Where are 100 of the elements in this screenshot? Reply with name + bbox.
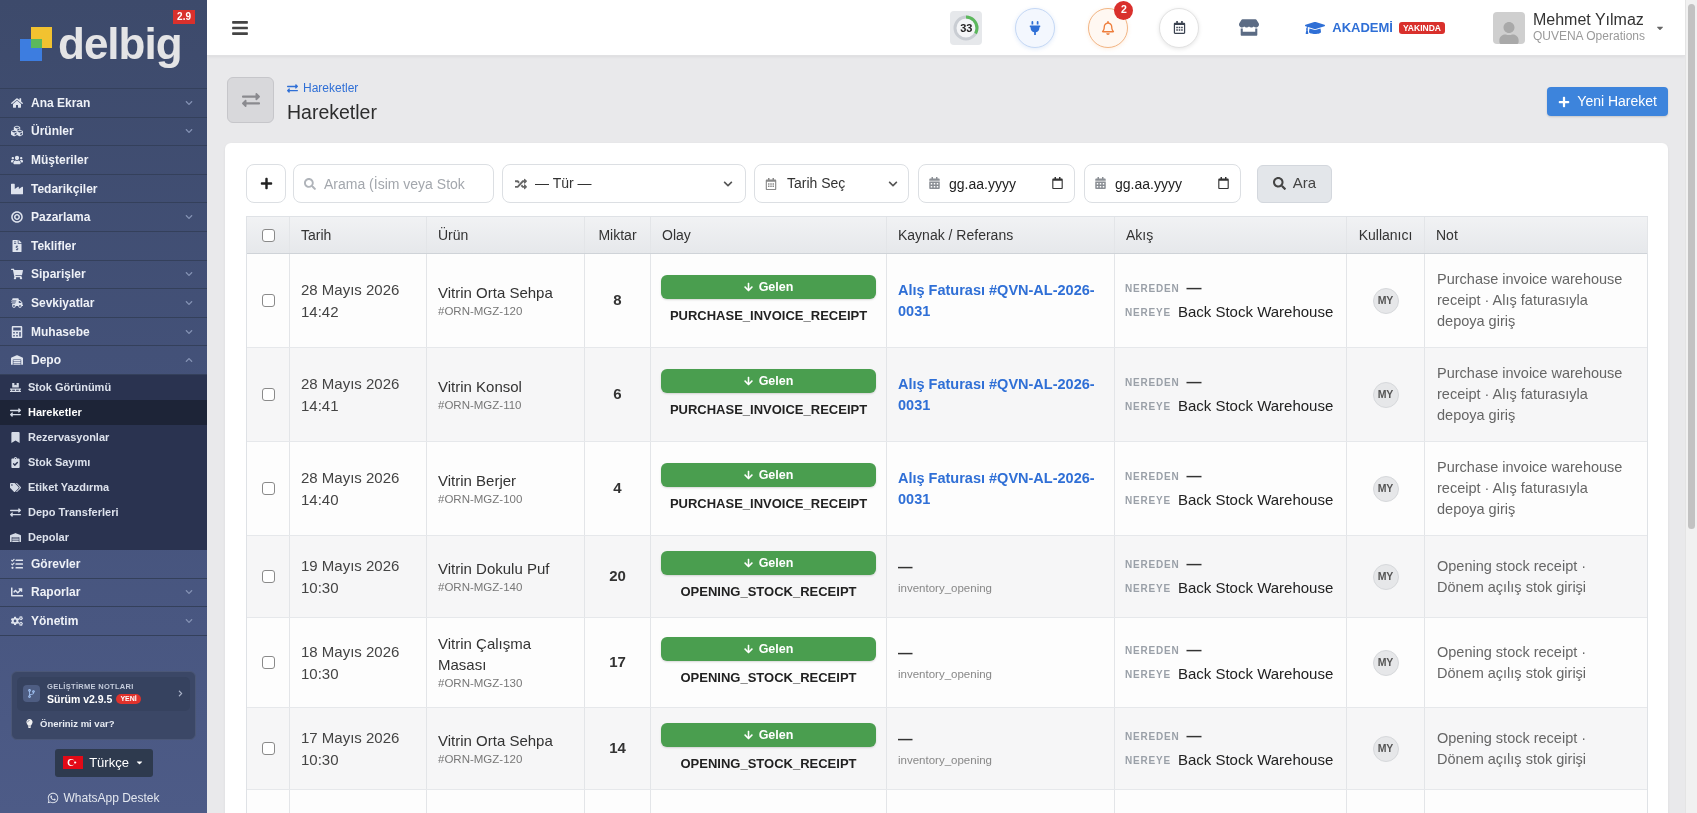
time-text: 14:41	[301, 395, 340, 416]
column-header: Kaynak / Referans	[898, 225, 1014, 245]
sidebar-subitem[interactable]: Stok Görünümü	[0, 374, 207, 400]
direction-badge: Gelen	[661, 637, 876, 661]
academy-link[interactable]: AKADEMİ	[1305, 17, 1393, 38]
search-field[interactable]: Arama (İsim veya Stok	[293, 164, 494, 203]
row-checkbox[interactable]	[261, 294, 275, 307]
store-icon[interactable]	[1239, 19, 1260, 36]
invoice-link[interactable]: Alış Faturası #QVN-AL-2026-0031	[898, 373, 1103, 416]
to-label: NEREYE	[1125, 306, 1171, 320]
warehouse-icon	[10, 531, 21, 543]
sidebar-item[interactable]: Teklifler	[0, 231, 207, 261]
calendar-picker-icon	[1218, 177, 1229, 189]
invoice-link[interactable]: Alış Faturası #QVN-AL-2026-0031	[898, 467, 1103, 510]
column-header: Miktar	[598, 225, 637, 245]
quantity-text: 8	[613, 290, 622, 311]
breadcrumb-link[interactable]: Hareketler	[287, 80, 377, 96]
date-to-field[interactable]: gg.aa.yyyy	[1084, 164, 1241, 203]
user-avatar: MY	[1372, 475, 1399, 502]
sidebar-item[interactable]: Sevkiyatlar	[0, 289, 207, 318]
sidebar-subitem[interactable]: Stok Sayımı	[0, 449, 207, 475]
user-avatar: MY	[1372, 735, 1399, 762]
line-chart-icon	[11, 586, 23, 599]
sidebar-item[interactable]: Müşteriler	[0, 146, 207, 175]
sidebar-item[interactable]: Yönetim	[0, 607, 207, 636]
date-from-field[interactable]: gg.aa.yyyy	[918, 164, 1075, 203]
score-widget[interactable]: 33	[950, 10, 983, 45]
sidebar-subitem[interactable]: Depo Transferleri	[0, 499, 207, 525]
from-value: —	[1186, 372, 1202, 393]
date-range-select[interactable]: Tarih Seç	[754, 164, 909, 203]
sidebar-item[interactable]: Ürünler	[0, 117, 207, 147]
date-text: 28 Mayıs 2026	[301, 373, 401, 394]
branch-icon	[23, 685, 40, 703]
note-text: Opening stock receipt · Dönem açılış stok girişi	[1437, 728, 1588, 769]
calendar-picker-icon	[1052, 177, 1063, 189]
search-icon	[304, 178, 316, 190]
sidebar-item[interactable]: Depo	[0, 346, 207, 375]
invoice-link[interactable]: Alış Faturası #QVN-AL-2026-0031	[898, 279, 1103, 322]
direction-badge: Gelen	[661, 723, 876, 747]
chevron-down-icon	[888, 178, 898, 189]
user-avatar: MY	[1372, 381, 1399, 408]
suggestion-link[interactable]: Öneriniz mi var?	[17, 710, 190, 734]
sidebar-item[interactable]: Muhasebe	[0, 317, 207, 347]
empty-value: —	[898, 644, 914, 663]
support-link[interactable]: WhatsApp Destek	[47, 788, 160, 807]
swap-arrows-icon	[227, 77, 274, 123]
row-checkbox[interactable]	[261, 656, 275, 669]
add-button[interactable]	[246, 164, 286, 203]
select-all-checkbox[interactable]	[261, 228, 275, 242]
scrollbar-thumb[interactable]	[1688, 4, 1695, 529]
type-select[interactable]: — Tür —	[502, 164, 746, 203]
scrollbar[interactable]	[1685, 0, 1697, 813]
task-list-icon	[11, 557, 23, 570]
time-text: 14:40	[301, 489, 340, 510]
sidebar-item[interactable]: Pazarlama	[0, 203, 207, 232]
source-code: inventory_opening	[898, 753, 993, 768]
note-text: Purchase invoice warehouse receipt · Alış faturasıyla depoya giriş	[1437, 458, 1624, 519]
from-label: NEREDEN	[1125, 558, 1180, 572]
sidebar-item[interactable]: Siparişler	[0, 260, 207, 290]
language-button[interactable]: Türkçe	[54, 748, 153, 777]
quantity-text: 17	[609, 652, 626, 673]
direction-badge: Gelen	[661, 275, 876, 299]
arrow-down-icon	[743, 282, 753, 292]
bookmark-icon	[10, 431, 21, 443]
sidebar-subitem[interactable]: Depolar	[0, 524, 207, 550]
row-checkbox[interactable]	[261, 388, 275, 401]
swap-arrows-icon	[10, 506, 21, 518]
note-text: Opening stock receipt · Dönem açılış stok girişi	[1437, 556, 1588, 597]
row-checkbox[interactable]	[261, 570, 275, 583]
sidebar-subitem[interactable]: Rezervasyonlar	[0, 424, 207, 450]
arrow-down-icon	[743, 644, 753, 654]
page-title: Hareketler	[287, 100, 377, 125]
sidebar-item[interactable]: Ana Ekran	[0, 89, 207, 118]
avatar-icon[interactable]	[1492, 11, 1525, 44]
home-icon	[11, 96, 23, 109]
date-text: 17 Mayıs 2026	[301, 727, 401, 748]
calendar-button[interactable]	[1159, 7, 1200, 48]
flag-icon	[63, 756, 84, 770]
product-name: Vitrin Berjer	[438, 470, 518, 491]
quantity-text: 14	[609, 738, 626, 759]
event-code: OPENING_STOCK_RECEIPT	[680, 669, 857, 687]
row-checkbox[interactable]	[261, 482, 275, 495]
chevron-right-icon	[177, 690, 184, 698]
user-name[interactable]: Mehmet Yılmaz	[1532, 11, 1645, 29]
row-checkbox[interactable]	[261, 742, 275, 755]
plug-button[interactable]	[1015, 7, 1056, 48]
sidebar-item[interactable]: Raporlar	[0, 578, 207, 608]
sidebar-subitem[interactable]: Etiket Yazdırma	[0, 474, 207, 500]
search-button[interactable]: Ara	[1257, 164, 1332, 203]
product-code: #ORN-MGZ-100	[438, 491, 524, 507]
sidebar-subitem[interactable]: Hareketler	[0, 399, 207, 425]
progress-ring	[953, 14, 980, 41]
arrow-down-icon	[743, 376, 753, 386]
sidebar-item[interactable]: Tedarikçiler	[0, 174, 207, 204]
swap-arrows-icon	[10, 406, 21, 418]
date-text: 28 Mayıs 2026	[301, 467, 401, 488]
new-movement-button[interactable]: Yeni Hareket	[1547, 87, 1668, 116]
lightbulb-icon	[25, 719, 34, 729]
notifications-button[interactable]	[1088, 7, 1129, 48]
menu-icon[interactable]	[231, 18, 249, 37]
